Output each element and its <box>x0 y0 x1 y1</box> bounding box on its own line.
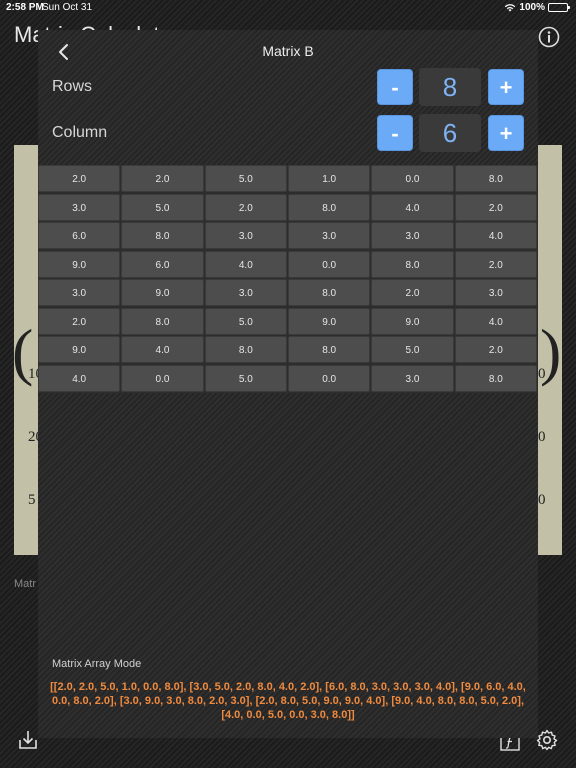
right-paren: ) <box>540 316 562 387</box>
matrix-cell-r7-c1[interactable]: 9.0 <box>38 336 121 363</box>
matrix-cell-r4-c6[interactable]: 2.0 <box>454 250 537 278</box>
matrix-cell-r2-c1[interactable]: 3.0 <box>38 193 121 221</box>
matrix-cell-r6-c5[interactable]: 9.0 <box>371 307 454 335</box>
matrix-cell-r6-c1[interactable]: 2.0 <box>38 307 121 335</box>
matrix-cell-r6-c4[interactable]: 9.0 <box>288 307 371 335</box>
battery-icon <box>548 3 570 12</box>
matrix-cell-r5-c5[interactable]: 2.0 <box>371 279 454 306</box>
matrix-cell-r5-c4[interactable]: 8.0 <box>288 279 371 306</box>
matrix-cell-r1-c6[interactable]: 8.0 <box>454 165 537 192</box>
matrix-cell-r7-c3[interactable]: 8.0 <box>204 336 287 363</box>
matrix-cell-r3-c1[interactable]: 6.0 <box>38 222 121 249</box>
info-icon[interactable] <box>538 26 560 48</box>
gear-icon[interactable] <box>535 728 559 752</box>
matrix-cell-r7-c4[interactable]: 8.0 <box>288 336 371 363</box>
matrix-cell-r2-c4[interactable]: 8.0 <box>288 193 371 221</box>
array-mode-text[interactable]: [[2.0, 2.0, 5.0, 1.0, 0.0, 8.0], [3.0, 5… <box>48 680 528 722</box>
matrix-cell-r4-c4[interactable]: 0.0 <box>288 250 371 278</box>
matrix-cell-r3-c4[interactable]: 3.0 <box>288 222 371 249</box>
matrix-cell-r3-c6[interactable]: 4.0 <box>454 222 537 249</box>
matrix-cell-r7-c5[interactable]: 5.0 <box>371 336 454 363</box>
rows-label: Rows <box>52 78 93 95</box>
wifi-icon <box>505 4 516 12</box>
matrix-cell-r2-c3[interactable]: 2.0 <box>204 193 287 221</box>
background-matrix-right: 0 0 0 ) <box>538 145 562 555</box>
column-label: Column <box>52 124 108 141</box>
battery-percent: 100% <box>519 2 545 13</box>
matrix-cell-r2-c2[interactable]: 5.0 <box>121 193 204 221</box>
status-date: Sun Oct 31 <box>42 2 93 13</box>
matrix-cell-r8-c4[interactable]: 0.0 <box>288 364 371 392</box>
matrix-cell-r2-c5[interactable]: 4.0 <box>371 193 454 221</box>
modal-title: Matrix B <box>262 43 314 59</box>
matrix-cell-r7-c6[interactable]: 2.0 <box>454 336 537 363</box>
matrix-cell-r8-c2[interactable]: 0.0 <box>121 364 204 392</box>
matrix-cell-r1-c3[interactable]: 5.0 <box>204 165 287 192</box>
array-mode-label: Matrix Array Mode <box>52 658 142 670</box>
matrix-cell-r3-c2[interactable]: 8.0 <box>121 222 204 249</box>
download-icon[interactable] <box>16 728 40 752</box>
matrix-cell-r6-c2[interactable]: 8.0 <box>121 307 204 335</box>
matrix-cell-r6-c6[interactable]: 4.0 <box>454 307 537 335</box>
matrix-cell-r5-c6[interactable]: 3.0 <box>454 279 537 306</box>
background-matrix-values-left: 10 20 5 <box>28 366 38 508</box>
matrix-cell-r8-c3[interactable]: 5.0 <box>204 364 287 392</box>
matrix-cell-r3-c3[interactable]: 3.0 <box>204 222 287 249</box>
status-bar: 2:58 PM Sun Oct 31 100% <box>0 0 576 16</box>
status-indicators: 100% <box>504 2 570 13</box>
column-decrement-button[interactable]: - <box>377 115 413 151</box>
column-value: 6 <box>419 114 481 152</box>
matrix-cell-r4-c2[interactable]: 6.0 <box>121 250 204 278</box>
matrix-cell-r5-c3[interactable]: 3.0 <box>204 279 287 306</box>
matrix-cell-r8-c6[interactable]: 8.0 <box>454 364 537 392</box>
status-time: 2:58 PM <box>6 2 44 13</box>
matrix-cell-r4-c3[interactable]: 4.0 <box>204 250 287 278</box>
matrix-cell-r5-c1[interactable]: 3.0 <box>38 279 121 306</box>
matrix-cell-r4-c1[interactable]: 9.0 <box>38 250 121 278</box>
matrix-cell-r8-c1[interactable]: 4.0 <box>38 364 121 392</box>
matrix-cell-r7-c2[interactable]: 4.0 <box>121 336 204 363</box>
rows-increment-button[interactable]: + <box>488 69 524 105</box>
matrix-cell-r1-c4[interactable]: 1.0 <box>288 165 371 192</box>
matrix-cell-r1-c5[interactable]: 0.0 <box>371 165 454 192</box>
matrix-grid: 2.0 2.0 5.0 1.0 0.0 8.0 3.0 5.0 2.0 8.0 4.0 2.0 6.0 8… <box>38 165 538 393</box>
background-side-label: Matr <box>14 578 36 590</box>
matrix-cell-r8-c5[interactable]: 3.0 <box>371 364 454 392</box>
background-matrix-left: ( 10 20 5 <box>14 145 38 555</box>
rows-decrement-button[interactable]: - <box>377 69 413 105</box>
matrix-cell-r6-c3[interactable]: 5.0 <box>204 307 287 335</box>
matrix-cell-r1-c2[interactable]: 2.0 <box>121 165 204 192</box>
column-increment-button[interactable]: + <box>488 115 524 151</box>
rows-value: 8 <box>419 68 481 106</box>
matrix-cell-r2-c6[interactable]: 2.0 <box>454 193 537 221</box>
matrix-cell-r4-c5[interactable]: 8.0 <box>371 250 454 278</box>
matrix-cell-r1-c1[interactable]: 2.0 <box>38 165 121 192</box>
matrix-cell-r5-c2[interactable]: 9.0 <box>121 279 204 306</box>
matrix-cell-r3-c5[interactable]: 3.0 <box>371 222 454 249</box>
matrix-editor-modal: Matrix B Rows - 8 + Column - 6 + 2.0 2.0 5… <box>38 30 538 738</box>
